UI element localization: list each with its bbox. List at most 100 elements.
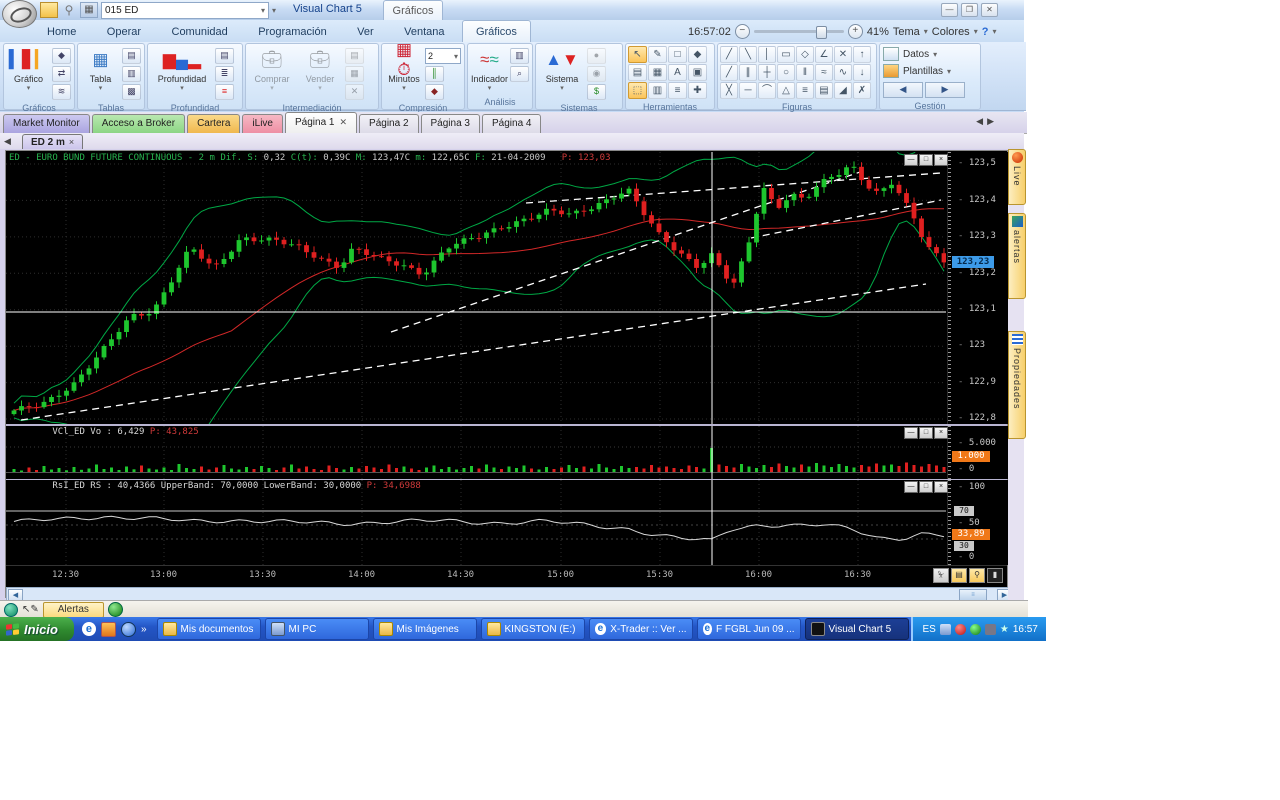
orders-icon[interactable]: ▤ — [345, 48, 364, 64]
clock-app-icon[interactable] — [100, 621, 116, 637]
system-stop-icon[interactable]: ● — [587, 48, 606, 64]
fullscreen-icon[interactable]: ▮ — [987, 568, 1003, 583]
zoom-slider[interactable] — [753, 26, 844, 39]
table-dark-icon[interactable]: ▩ — [122, 84, 141, 100]
minutos-button[interactable]: ▦⏱︎ Minutos ▾ — [385, 40, 423, 92]
indicador-button[interactable]: ≈ ≈ Indicador ▾ — [471, 46, 508, 92]
figuras-tool-4-icon[interactable]: ◇ — [796, 46, 814, 63]
symbol-combo[interactable]: 015 ED ▾ — [101, 1, 269, 19]
figuras-tool-19-icon[interactable]: △ — [777, 82, 795, 99]
herramientas-tool-0-icon[interactable]: ↖ — [628, 46, 647, 63]
figuras-tool-5-icon[interactable]: ∠ — [815, 46, 833, 63]
tab-pagina1[interactable]: Página 1 ✕ — [285, 112, 358, 133]
globe-icon[interactable] — [120, 621, 136, 637]
quick-launch-more[interactable]: » — [141, 624, 147, 635]
system-brain-icon[interactable]: ◉ — [587, 66, 606, 82]
start-button[interactable]: Inicio — [0, 617, 74, 641]
herramientas-tool-8-icon[interactable]: ⬚ — [628, 82, 647, 99]
alerts-tab[interactable]: Alertas — [42, 601, 104, 618]
zoom-in-icon[interactable]: + — [847, 24, 863, 39]
close-tab-icon[interactable]: ✕ — [339, 117, 347, 127]
star-icon[interactable]: ★ — [1000, 624, 1009, 635]
taskbar-mis-imagenes[interactable]: Mis Imágenes — [372, 618, 477, 640]
chart-tree-icon[interactable]: ⏧ — [933, 568, 949, 583]
tab-ed-2m[interactable]: ED 2 m × — [22, 134, 84, 150]
sidebar-tab-live[interactable]: Live — [1008, 149, 1026, 205]
taskbar-kingston[interactable]: KINGSTON (E:) — [480, 618, 585, 640]
chart-option-icon[interactable]: ◆ — [52, 48, 71, 64]
restore-button[interactable]: ❐ — [961, 3, 978, 17]
doc-tabs-left-icon[interactable]: ◀ — [4, 136, 11, 147]
taskbar-fgbl[interactable]: eF FGBL Jun 09 ... — [696, 618, 801, 640]
figuras-tool-18-icon[interactable]: ⌒ — [758, 82, 776, 99]
nav-back-button[interactable]: ◀ — [883, 82, 923, 98]
figuras-tool-11-icon[interactable]: ○ — [777, 64, 795, 81]
datos-dropdown[interactable]: Datos ▾ — [883, 46, 937, 62]
candle-style-icon[interactable]: ║ — [425, 66, 444, 82]
help-button[interactable]: ? — [982, 26, 989, 38]
pane-maximize-icon[interactable]: □ — [919, 154, 933, 166]
volume-axis[interactable]: 5.000 1.000 0 — [947, 426, 1008, 479]
figuras-tool-0-icon[interactable]: ╱ — [720, 46, 738, 63]
time-axis[interactable]: 12:30 13:00 13:30 14:00 14:30 15:00 15:3… — [6, 565, 1007, 585]
figuras-tool-1-icon[interactable]: ╲ — [739, 46, 757, 63]
network-icon[interactable] — [939, 623, 951, 635]
cancel-order-icon[interactable]: ✕ — [345, 84, 364, 100]
studies-icon[interactable]: ▥ — [510, 48, 530, 64]
herramientas-tool-6-icon[interactable]: A — [668, 64, 687, 81]
figuras-tool-6-icon[interactable]: ✕ — [834, 46, 852, 63]
taskbar-mi-pc[interactable]: MI PC — [264, 618, 369, 640]
tab-comunidad[interactable]: Comunidad — [159, 21, 241, 43]
edit-cursor-icon[interactable]: ↖✎ — [22, 604, 39, 615]
figuras-tool-12-icon[interactable]: ‖ — [796, 64, 814, 81]
figuras-tool-22-icon[interactable]: ◢ — [834, 82, 852, 99]
herramientas-tool-9-icon[interactable]: ▥ — [648, 82, 667, 99]
tab-graficos[interactable]: Gráficos — [461, 20, 531, 43]
vender-button[interactable]: 💼︎ Vender ▾ — [297, 46, 343, 92]
depth-list-icon[interactable]: ≣ — [215, 66, 234, 82]
comprar-button[interactable]: 💼︎ Comprar ▾ — [249, 46, 295, 92]
rsi-axis[interactable]: 100 70 50 33,89 30 0 — [947, 480, 1008, 565]
herramientas-tool-11-icon[interactable]: ✚ — [688, 82, 707, 99]
nav-forward-button[interactable]: ▶ — [925, 82, 965, 98]
herramientas-tool-10-icon[interactable]: ≡ — [668, 82, 687, 99]
depth-bars-icon[interactable]: ▤ — [215, 48, 234, 64]
figuras-tool-17-icon[interactable]: ─ — [739, 82, 757, 99]
figuras-tool-16-icon[interactable]: ╳ — [720, 82, 738, 99]
pushpin-icon[interactable]: ⚲ — [969, 568, 985, 583]
quick-access-more-icon[interactable]: ▾ — [272, 6, 276, 15]
tab-cartera[interactable]: Cartera — [187, 114, 241, 133]
figuras-tool-10-icon[interactable]: ┼ — [758, 64, 776, 81]
taskbar-mis-documentos[interactable]: Mis documentos — [156, 618, 261, 640]
main-chart-pane[interactable] — [6, 152, 946, 424]
herramientas-tool-5-icon[interactable]: ▦ — [648, 64, 667, 81]
herramientas-tool-3-icon[interactable]: ◆ — [688, 46, 707, 63]
positions-icon[interactable]: ▦ — [345, 66, 364, 82]
tab-home[interactable]: Home — [34, 21, 89, 43]
explorer-icon[interactable]: ⌕ — [510, 66, 530, 82]
zoom-out-icon[interactable]: − — [734, 24, 750, 39]
figuras-tool-20-icon[interactable]: ≡ — [796, 82, 814, 99]
sidebar-tab-propiedades[interactable]: Propiedades — [1008, 331, 1026, 439]
tab-ver[interactable]: Ver — [344, 21, 387, 43]
depth-flame-icon[interactable]: ≡ — [215, 84, 234, 100]
sidebar-tab-alertas[interactable]: alertas — [1008, 213, 1026, 299]
tab-market-monitor[interactable]: Market Monitor — [3, 114, 90, 133]
figuras-tool-21-icon[interactable]: ▤ — [815, 82, 833, 99]
language-indicator[interactable]: ES — [923, 624, 936, 635]
price-axis[interactable]: 123,5 123,4 123,3 123,2 123,1 123 122,9 … — [947, 152, 1008, 424]
close-doc-icon[interactable]: × — [69, 137, 74, 147]
minimize-button[interactable]: — — [941, 3, 958, 17]
connection-icon[interactable] — [4, 602, 18, 617]
sistema-button[interactable]: ▲ ▼ Sistema ▾ — [539, 46, 585, 92]
table-grid-icon[interactable]: ▥ — [122, 66, 141, 82]
close-button[interactable]: ✕ — [981, 3, 998, 17]
pane-maximize-icon[interactable]: □ — [919, 481, 933, 493]
chart-swap-icon[interactable]: ⇄ — [52, 66, 71, 82]
figuras-tool-15-icon[interactable]: ↓ — [853, 64, 871, 81]
pane-close-icon[interactable]: × — [934, 481, 948, 493]
figuras-tool-3-icon[interactable]: ▭ — [777, 46, 795, 63]
context-tab-header[interactable]: Gráficos — [383, 0, 443, 21]
taskbar-xtrader[interactable]: e X-Trader :: Ver ... — [588, 618, 693, 640]
status-icon[interactable] — [969, 623, 981, 635]
